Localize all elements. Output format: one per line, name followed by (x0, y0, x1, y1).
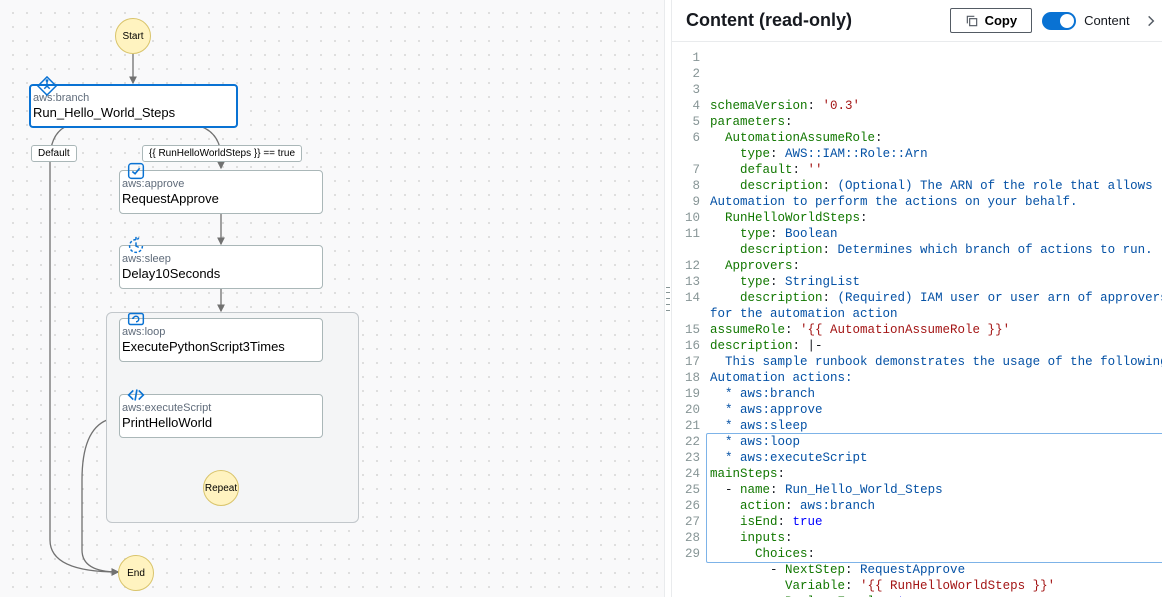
step-name: Run_Hello_World_Steps (33, 105, 175, 121)
edge-label-condition: {{ RunHelloWorldSteps }} == true (142, 145, 302, 162)
toggle-label: Content (1084, 13, 1130, 28)
copy-label: Copy (985, 13, 1018, 28)
step-sleep[interactable]: aws:sleep Delay10Seconds (119, 245, 323, 289)
repeat-node[interactable]: Repeat (203, 470, 239, 506)
toggle-switch[interactable] (1042, 12, 1076, 30)
content-title: Content (read-only) (686, 10, 940, 31)
end-node[interactable]: End (118, 555, 154, 591)
code-editor[interactable]: 1234567891011121314151617181920212223242… (672, 42, 1162, 597)
content-toggle[interactable]: Content (1042, 12, 1130, 30)
pane-splitter[interactable] (664, 0, 672, 597)
copy-icon (965, 14, 979, 28)
chevron-right-icon (1144, 14, 1158, 28)
line-gutter: 1234567891011121314151617181920212223242… (672, 42, 706, 597)
step-approve[interactable]: aws:approve RequestApprove (119, 170, 323, 214)
copy-button[interactable]: Copy (950, 8, 1033, 33)
code-body: schemaVersion: '0.3'parameters: Automati… (706, 42, 1162, 597)
content-panel: Content (read-only) Copy Content 1234567… (672, 0, 1162, 597)
step-branch[interactable]: aws:branch Run_Hello_World_Steps (29, 84, 238, 128)
end-label: End (127, 568, 145, 579)
start-node[interactable]: Start (115, 18, 151, 54)
step-name: ExecutePythonScript3Times (122, 339, 285, 355)
step-loop[interactable]: aws:loop ExecutePythonScript3Times (119, 318, 323, 362)
collapse-panel-button[interactable] (1140, 10, 1162, 32)
repeat-label: Repeat (205, 483, 237, 494)
workflow-canvas[interactable]: Start aws:branch Run_Hello_World_Steps D… (0, 0, 664, 597)
step-name: PrintHelloWorld (122, 415, 212, 431)
step-name: Delay10Seconds (122, 266, 220, 282)
step-script[interactable]: aws:executeScript PrintHelloWorld (119, 394, 323, 438)
content-header: Content (read-only) Copy Content (672, 0, 1162, 42)
step-name: RequestApprove (122, 191, 219, 207)
edge-label-default: Default (31, 145, 77, 162)
start-label: Start (122, 31, 143, 42)
